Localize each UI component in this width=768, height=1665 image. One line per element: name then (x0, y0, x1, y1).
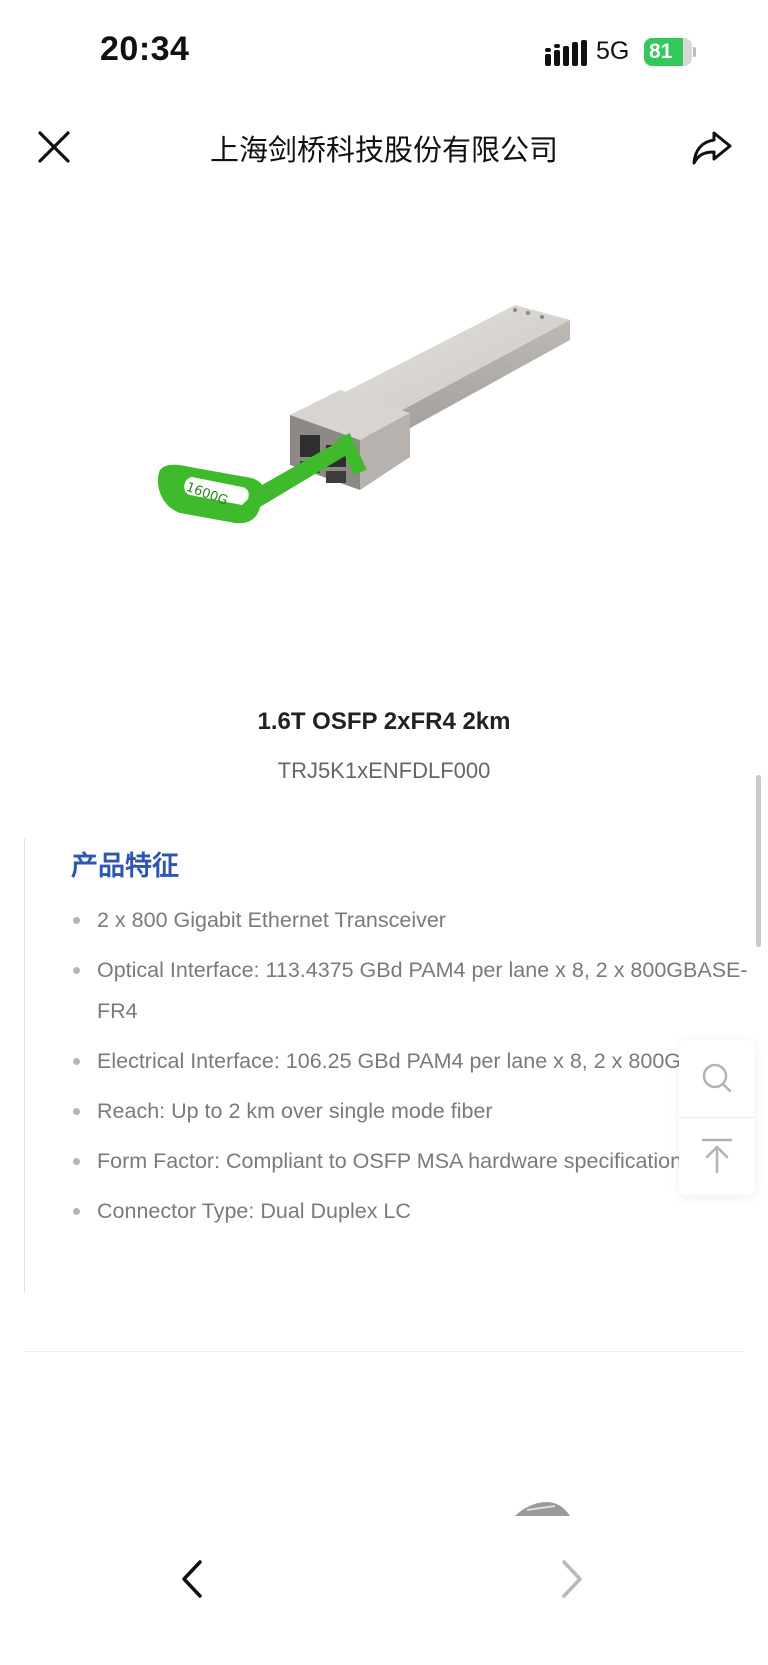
network-type: 5G (596, 37, 630, 65)
chevron-left-icon[interactable] (170, 1542, 214, 1616)
page-title: 上海剑桥科技股份有限公司 (209, 135, 558, 167)
feature-item: Form Factor: Compliant to OSFP MSA hardw… (71, 1141, 751, 1182)
features-section: 产品特征 2 x 800 Gigabit Ethernet Transceive… (24, 838, 748, 1293)
search-icon (702, 1063, 732, 1093)
status-time: 20:34 (100, 30, 190, 68)
back-to-top-button[interactable] (679, 1118, 755, 1194)
battery-icon: 81 (644, 38, 696, 66)
close-icon[interactable] (34, 127, 74, 167)
floating-action-panel (679, 1040, 755, 1195)
section-divider (24, 1351, 744, 1352)
product-code: TRJ5K1xENFDLF000 (277, 758, 491, 783)
share-arrow-icon[interactable] (690, 125, 734, 169)
chevron-right-icon[interactable] (550, 1542, 594, 1616)
features-title: 产品特征 (71, 851, 179, 881)
feature-list: 2 x 800 Gigabit Ethernet Transceiver Opt… (71, 900, 751, 1241)
back-to-top-icon (701, 1138, 733, 1174)
search-button[interactable] (679, 1040, 755, 1116)
feature-item: Connector Type: Dual Duplex LC (71, 1191, 751, 1232)
next-product-image (515, 1502, 570, 1516)
product-name: 1.6T OSFP 2xFR4 2km (257, 708, 511, 735)
scrollbar[interactable] (756, 775, 761, 947)
feature-item: Optical Interface: 113.4375 GBd PAM4 per… (71, 950, 751, 1032)
status-bar: 20:34 5G 81 (0, 0, 768, 105)
feature-item: Electrical Interface: 106.25 GBd PAM4 pe… (71, 1041, 751, 1082)
nav-bar: 上海剑桥科技股份有限公司 (0, 105, 768, 185)
feature-item: Reach: Up to 2 km over single mode fiber (71, 1091, 751, 1132)
product-image: 1600G (157, 305, 570, 524)
bottom-nav-bar (0, 1520, 768, 1665)
cellular-signal-icon (545, 40, 587, 66)
battery-level: 81 (649, 40, 673, 63)
feature-item: 2 x 800 Gigabit Ethernet Transceiver (71, 900, 751, 941)
